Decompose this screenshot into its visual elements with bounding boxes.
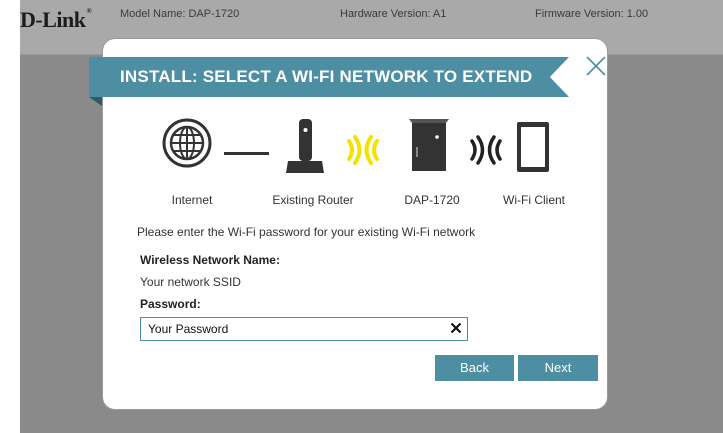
brand-name: D-Link: [20, 7, 86, 32]
clear-icon[interactable]: [450, 322, 462, 334]
brand-registered-mark: ®: [86, 7, 92, 15]
hardware-version: Hardware Version: A1: [340, 8, 447, 20]
diagram-label-router: Existing Router: [272, 193, 354, 207]
password-label: Password:: [140, 297, 201, 311]
diagram-label-extender: DAP-1720: [404, 193, 460, 207]
model-name: Model Name: DAP-1720: [120, 8, 240, 20]
next-button[interactable]: Next: [518, 355, 598, 381]
brand-logo: D-Link®: [20, 7, 92, 33]
wifi-signal-icon: [347, 135, 379, 165]
wired-link-line: [224, 152, 269, 155]
wizard-title: INSTALL: SELECT A WI-FI NETWORK TO EXTEN…: [120, 67, 533, 86]
back-button[interactable]: Back: [435, 355, 514, 381]
close-icon[interactable]: [584, 54, 608, 78]
tablet-icon: [517, 122, 549, 172]
diagram-label-internet: Internet: [171, 193, 213, 207]
ssid-label: Wireless Network Name:: [140, 253, 280, 267]
globe-icon: [162, 118, 212, 168]
ssid-value: Your network SSID: [140, 275, 241, 289]
firmware-version: Firmware Version: 1.00: [535, 8, 649, 20]
router-icon: [286, 119, 324, 173]
password-field[interactable]: [140, 317, 468, 341]
wifi-signal-icon: [470, 135, 502, 165]
instruction-text: Please enter the Wi-Fi password for your…: [137, 225, 476, 239]
diagram-label-client: Wi-Fi Client: [503, 193, 565, 207]
extender-icon: [409, 119, 449, 171]
title-banner-fold: [89, 97, 102, 106]
